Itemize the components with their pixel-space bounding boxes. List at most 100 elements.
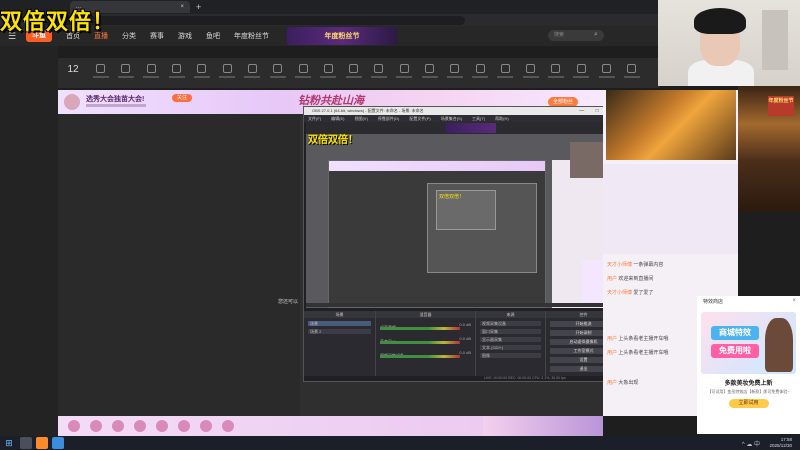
taskbar: ⊞ ^ ☁ 中 17:58 2025/12/30 [0, 436, 800, 450]
feature-item[interactable] [442, 58, 467, 78]
feature-label [623, 76, 640, 78]
taskbar-clock[interactable]: 17:58 2025/12/30 [769, 437, 792, 449]
gift-icon[interactable] [156, 420, 168, 432]
feature-item[interactable] [290, 58, 315, 78]
scene-item[interactable]: 场景 2 [308, 329, 371, 334]
feature-item[interactable] [139, 58, 164, 78]
chat-username[interactable]: 用户 [607, 350, 617, 356]
chat-username[interactable]: 天才小师傅 [607, 290, 632, 296]
obs-menu-view[interactable]: 视图(V) [354, 115, 367, 122]
gift-icon[interactable] [178, 420, 190, 432]
system-tray[interactable]: ^ ☁ 中 [742, 439, 760, 448]
popup-art[interactable]: 商城特效 免费用啦 [701, 312, 796, 374]
chat-username[interactable]: 用户 [607, 380, 617, 386]
chat-message: 用户 欢迎来到直播间 [607, 274, 735, 284]
feature-bar: 12 [58, 58, 660, 88]
feature-item[interactable] [366, 58, 391, 78]
feature-label [446, 76, 463, 78]
feature-item[interactable] [316, 58, 341, 78]
effects-shop-popup: 特效商店 × 商城特效 免费用啦 多款美妆免费上新 【可试用】变形特效店【新款】… [697, 296, 800, 434]
double-overlay-text: 双倍双倍！ [0, 10, 116, 35]
mixer-track-db: 0.0 dB [459, 336, 471, 341]
follow-button[interactable]: 关注 [172, 94, 192, 102]
popup-art-figure [765, 318, 793, 372]
windows-start-icon[interactable]: ⊞ [2, 436, 16, 450]
feature-item[interactable] [518, 58, 543, 78]
feature-item[interactable] [417, 58, 442, 78]
feature-item[interactable] [88, 58, 113, 78]
chat-username[interactable]: 用户 [607, 276, 617, 282]
chat-text: 大象出现 [618, 380, 639, 386]
new-tab-button[interactable]: + [196, 2, 201, 12]
chat-username[interactable]: 用户 [607, 336, 617, 342]
feature-item[interactable] [240, 58, 265, 78]
obs-menu-scene-collection[interactable]: 场景集合(S) [441, 115, 462, 122]
chat-username[interactable]: 天才小师傅 [607, 262, 632, 268]
nav-fan-festival[interactable]: 年度粉丝节 [234, 31, 269, 41]
try-now-button[interactable]: 立即试用 [728, 399, 769, 408]
nav-games[interactable]: 游戏 [178, 31, 192, 41]
feature-icon [627, 64, 637, 73]
webcam-feed [658, 0, 800, 86]
feature-item[interactable] [619, 58, 644, 78]
source-item[interactable]: 图像 [480, 353, 541, 358]
gift-icon[interactable] [222, 420, 234, 432]
gift-icon[interactable] [112, 420, 124, 432]
feature-label [598, 76, 615, 78]
source-item[interactable]: 窗口采集 [480, 329, 541, 334]
obs-menu-file[interactable]: 文件(F) [308, 115, 321, 122]
feature-label [472, 76, 489, 78]
obs-menu-docks[interactable]: 停靠部件(D) [378, 115, 400, 122]
feature-item[interactable] [341, 58, 366, 78]
feature-item[interactable] [493, 58, 518, 78]
feature-item[interactable] [392, 58, 417, 78]
source-item[interactable]: 视频采集设备 [480, 321, 541, 326]
feature-item[interactable] [543, 58, 568, 78]
feature-label [370, 76, 387, 78]
feature-label [244, 76, 261, 78]
gift-icon[interactable] [200, 420, 212, 432]
gift-icon[interactable] [90, 420, 102, 432]
chat-text: 欢迎来到直播间 [618, 276, 654, 282]
popup-description: 【可试用】变形特效店【新款】即可免费体验~ [707, 389, 790, 394]
fan-festival-badge[interactable]: 年度粉丝节 [768, 96, 794, 116]
feature-item[interactable] [594, 58, 619, 78]
search-icon[interactable]: ⌕ [594, 31, 598, 39]
tab-close-icon[interactable]: × [180, 4, 184, 10]
nav-events[interactable]: 赛事 [150, 31, 164, 41]
obs-menu-help[interactable]: 帮助(H) [495, 115, 509, 122]
gift-icon[interactable] [134, 420, 146, 432]
chat-text: 一条弹幕内容 [633, 262, 664, 268]
obs-menu-tools[interactable]: 工具(T) [472, 115, 485, 122]
obs-menu-profile[interactable]: 配置文件(P) [409, 115, 430, 122]
taskbar-app-icon[interactable] [20, 437, 32, 449]
feature-icon [96, 64, 106, 73]
feature-item[interactable] [164, 58, 189, 78]
obs-window[interactable]: OBS 27.0.1 (64-bit, windows) - 配置文件: 未命名… [303, 106, 623, 382]
feature-item[interactable] [214, 58, 239, 78]
source-item[interactable]: 文本 (GDI+) [480, 345, 541, 350]
gift-bar [58, 416, 603, 436]
gift-icon[interactable] [68, 420, 80, 432]
close-icon[interactable]: × [792, 298, 796, 304]
promo-banner[interactable]: 年度粉丝节 [287, 27, 397, 45]
mixer-track[interactable]: 视频采集设备 0.0 dB [380, 350, 471, 360]
avatar[interactable] [64, 94, 80, 110]
obs-preview[interactable]: 双倍双倍！ 双倍双倍！ [306, 122, 622, 308]
source-item[interactable]: 显示器采集 [480, 337, 541, 342]
mixer-track[interactable]: 桌面音频 0.0 dB [380, 322, 471, 332]
scene-item[interactable]: 场景 [308, 321, 371, 326]
feature-icon [298, 64, 308, 73]
chat-text: 爱了爱了 [633, 290, 654, 296]
taskbar-app-icon[interactable] [36, 437, 48, 449]
mixer-track[interactable]: 麦克风/Aux 0.0 dB [380, 336, 471, 346]
feature-item[interactable] [467, 58, 492, 78]
taskbar-app-icon[interactable] [52, 437, 64, 449]
obs-menu-edit[interactable]: 编辑(E) [331, 115, 344, 122]
feature-item[interactable] [265, 58, 290, 78]
feature-item[interactable] [189, 58, 214, 78]
nav-category[interactable]: 分类 [122, 31, 136, 41]
feature-item[interactable] [113, 58, 138, 78]
feature-item[interactable] [569, 58, 594, 78]
nav-forum[interactable]: 鱼吧 [206, 31, 220, 41]
